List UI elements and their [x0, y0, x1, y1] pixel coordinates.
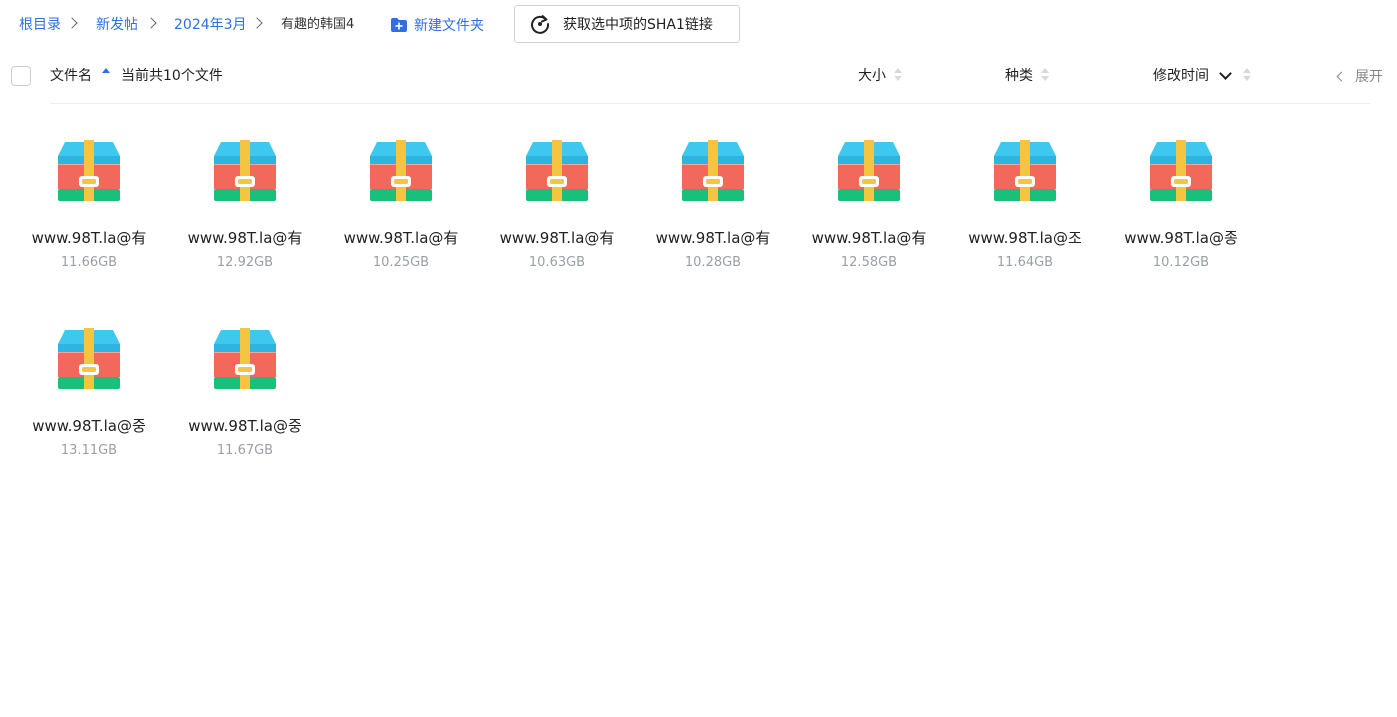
chevron-left-icon: [1336, 71, 1347, 81]
file-tile[interactable]: www.98T.la@중 13.11GB: [11, 318, 167, 506]
sort-modified-icon[interactable]: [1243, 68, 1251, 82]
expand-label: 展开: [1355, 69, 1383, 85]
new-folder-button[interactable]: 新建文件夹: [390, 14, 484, 36]
zip-archive-icon: [994, 140, 1056, 201]
header-divider: [50, 103, 1370, 104]
file-size: 11.66GB: [60, 255, 118, 270]
chevron-right-icon: [145, 17, 157, 29]
file-size: 10.25GB: [372, 255, 430, 270]
breadcrumb-root[interactable]: 根目录: [19, 16, 61, 34]
chevron-down-icon[interactable]: [1219, 67, 1232, 80]
file-size: 10.12GB: [1152, 255, 1210, 270]
file-name: www.98T.la@有: [655, 229, 771, 247]
filename-column-header[interactable]: 文件名: [50, 67, 92, 85]
file-tile[interactable]: www.98T.la@有 11.66GB: [11, 130, 167, 318]
file-tile[interactable]: www.98T.la@有 10.28GB: [635, 130, 791, 318]
new-folder-label: 新建文件夹: [414, 18, 484, 34]
get-sha1-link-button[interactable]: 获取选中项的SHA1链接: [514, 5, 740, 43]
file-list-header: 文件名 当前共10个文件 大小 种类 修改时间 展开: [0, 55, 1397, 97]
file-tile[interactable]: www.98T.la@有 12.92GB: [167, 130, 323, 318]
type-column-header[interactable]: 种类: [1005, 67, 1033, 85]
breadcrumb-current: 有趣的韩国4: [281, 17, 355, 32]
file-size: 11.67GB: [216, 443, 274, 458]
file-tile[interactable]: www.98T.la@중 11.67GB: [167, 318, 323, 506]
file-size: 10.28GB: [684, 255, 742, 270]
file-name: www.98T.la@有: [187, 229, 303, 247]
top-toolbar: 根目录 新发帖 2024年3月 有趣的韩国4 新建文件夹 获取选中项的SHA1链…: [0, 0, 1397, 50]
zip-archive-icon: [682, 140, 744, 201]
zip-archive-icon: [58, 328, 120, 389]
get-sha1-link-label: 获取选中项的SHA1链接: [563, 17, 713, 33]
zip-archive-icon: [370, 140, 432, 201]
file-name: www.98T.la@중: [32, 417, 146, 435]
file-count-label: 当前共10个文件: [121, 68, 223, 84]
file-size: 12.92GB: [216, 255, 274, 270]
zip-archive-icon: [58, 140, 120, 201]
select-all-checkbox[interactable]: [11, 66, 31, 86]
file-name: www.98T.la@조: [968, 229, 1082, 247]
modified-column-header[interactable]: 修改时间: [1153, 67, 1209, 85]
file-name: www.98T.la@有: [343, 229, 459, 247]
file-size: 10.63GB: [528, 255, 586, 270]
file-tile[interactable]: www.98T.la@종 10.12GB: [1103, 130, 1259, 318]
sort-asc-icon[interactable]: [102, 68, 110, 82]
file-tile[interactable]: www.98T.la@有 10.25GB: [323, 130, 479, 318]
zip-archive-icon: [214, 328, 276, 389]
file-name: www.98T.la@有: [811, 229, 927, 247]
breadcrumb-month[interactable]: 2024年3月: [174, 16, 247, 34]
breadcrumb-new-posts[interactable]: 新发帖: [96, 16, 138, 34]
file-tile[interactable]: www.98T.la@有 12.58GB: [791, 130, 947, 318]
refresh-link-icon: [531, 15, 550, 34]
file-size: 13.11GB: [60, 443, 118, 458]
file-name: www.98T.la@有: [31, 229, 147, 247]
file-size: 12.58GB: [840, 255, 898, 270]
folder-plus-icon: [391, 18, 407, 32]
zip-archive-icon: [1150, 140, 1212, 201]
file-tile[interactable]: www.98T.la@조 11.64GB: [947, 130, 1103, 318]
sort-type-icon[interactable]: [1041, 68, 1049, 82]
file-name: www.98T.la@有: [499, 229, 615, 247]
file-size: 11.64GB: [996, 255, 1054, 270]
file-grid: www.98T.la@有 11.66GB www.98T.la@有 12.92GB ww…: [11, 130, 1271, 506]
zip-archive-icon: [838, 140, 900, 201]
expand-panel-button[interactable]: 展开: [1336, 66, 1383, 86]
sort-size-icon[interactable]: [894, 68, 902, 82]
chevron-right-icon: [251, 17, 263, 29]
size-column-header[interactable]: 大小: [858, 67, 886, 85]
zip-archive-icon: [214, 140, 276, 201]
file-name: www.98T.la@종: [1124, 229, 1238, 247]
file-tile[interactable]: www.98T.la@有 10.63GB: [479, 130, 635, 318]
file-name: www.98T.la@중: [188, 417, 302, 435]
chevron-right-icon: [66, 17, 78, 29]
zip-archive-icon: [526, 140, 588, 201]
